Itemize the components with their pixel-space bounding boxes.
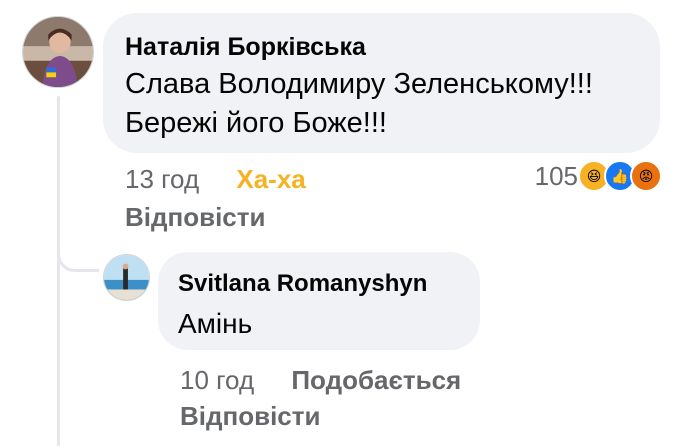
avatar-photo [23,17,93,87]
angry-icon: 😡 [630,160,662,192]
thread-branch [57,232,99,272]
reply-meta: 10 год Подобається [180,364,461,396]
reply-button[interactable]: Відповісти [125,202,265,233]
reply-avatar[interactable] [103,254,150,301]
reply-avatar-photo [104,255,149,300]
reply-bubble: Svitlana Romanyshyn Амінь [158,252,480,350]
reply-timestamp[interactable]: 10 год [180,365,254,395]
reaction-count: 105 [534,160,578,191]
like-button[interactable]: Подобається [291,365,461,395]
comment-author[interactable]: Наталія Борківська [125,31,638,63]
comment-timestamp[interactable]: 13 год [125,164,199,194]
comment-text-line-1: Слава Володимиру Зеленському!!! [125,68,593,100]
comment-bubble: Наталія Борківська Слава Володимиру Зеле… [103,13,660,153]
reaction-summary[interactable]: 105 😆 👍 😡 [535,160,662,192]
reply-author[interactable]: Svitlana Romanyshyn [178,268,460,300]
comment-meta: 13 год Ха-ха [125,163,306,195]
comment-text-line-2: Бережі його Боже!!! [125,107,387,139]
reply-text: Амінь [178,308,253,339]
thread-line [57,96,60,446]
avatar[interactable] [22,16,94,88]
reply-reply-button[interactable]: Відповісти [180,401,320,432]
reaction-button[interactable]: Ха-ха [236,164,305,194]
